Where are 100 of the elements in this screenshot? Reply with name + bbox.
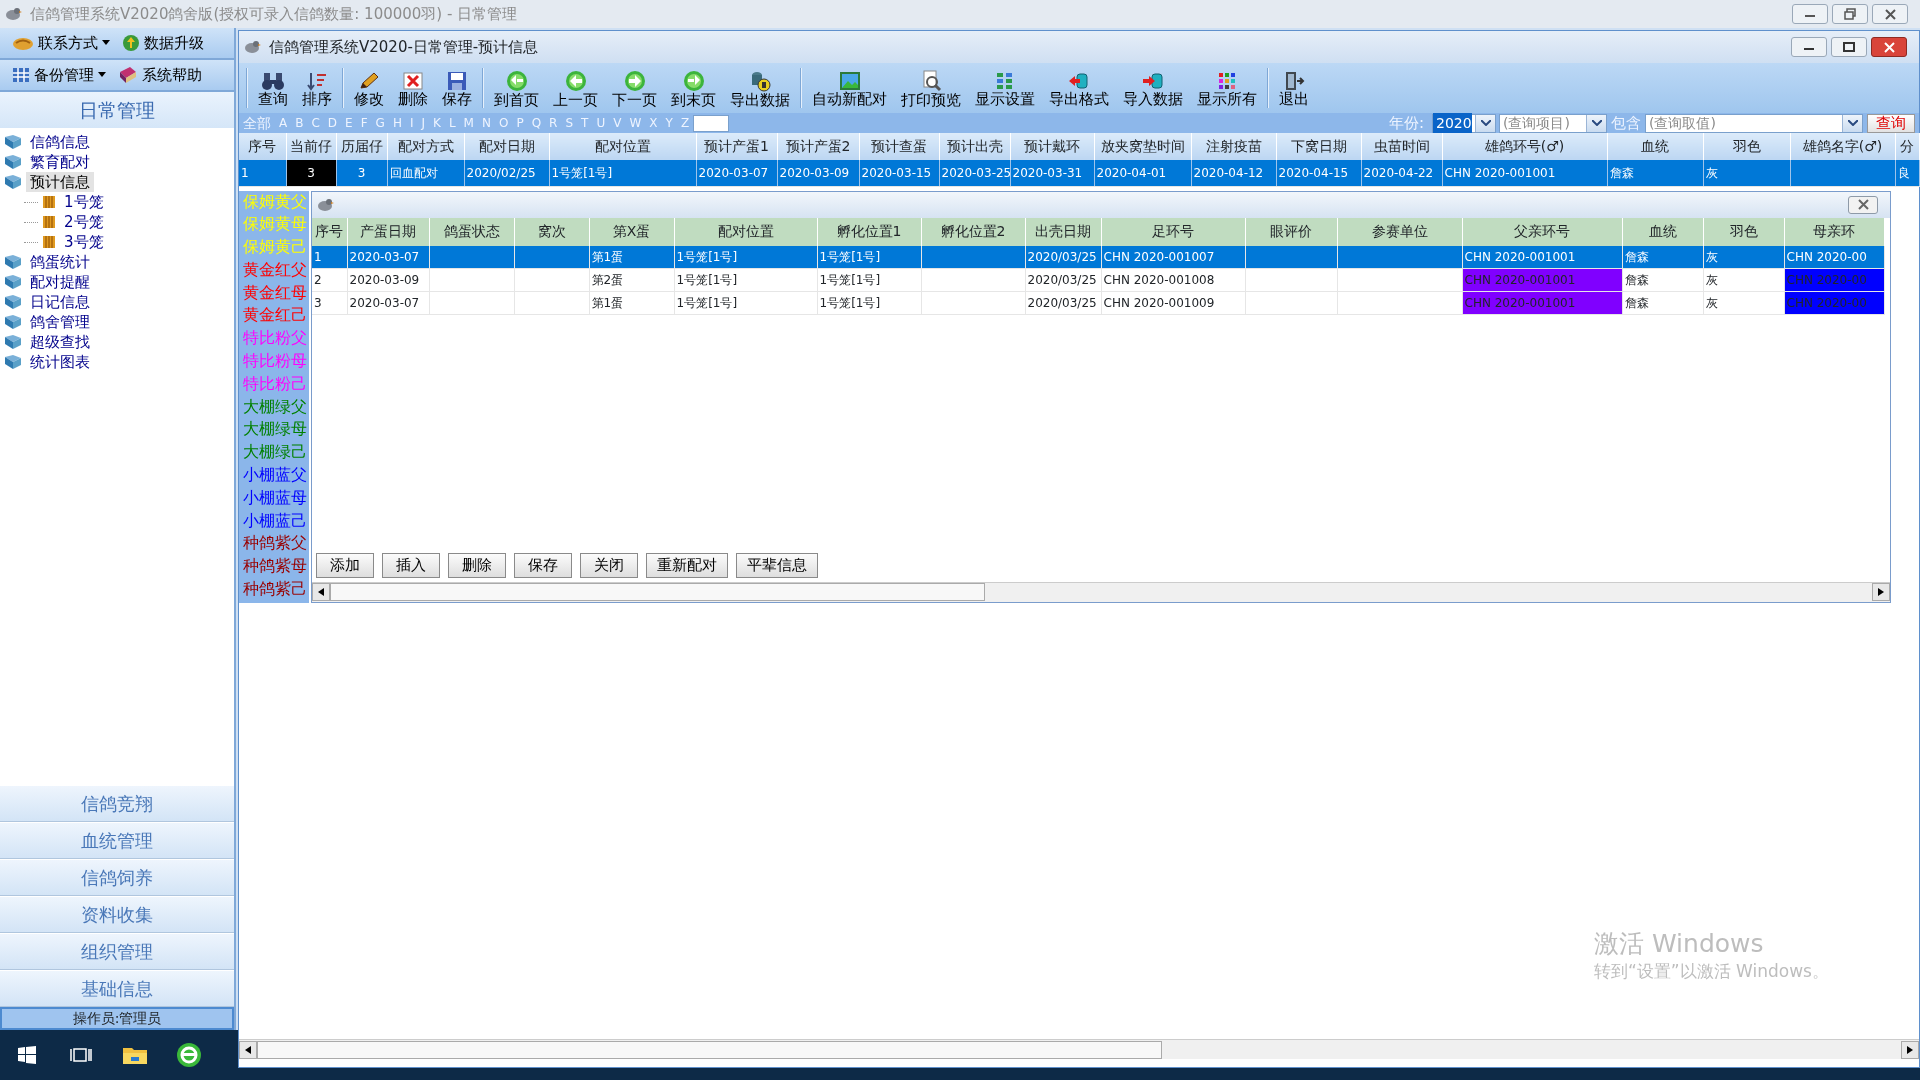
toolbar-button[interactable]: 修改 [347,68,391,108]
column-header[interactable]: 预计出壳 [939,133,1010,160]
toolbar-button[interactable]: 导出格式 [1042,68,1116,108]
column-header[interactable]: 虫苗时间 [1361,133,1442,160]
column-header[interactable]: 配对位置 [674,217,817,246]
column-header[interactable]: 配对日期 [464,133,549,160]
tree-item[interactable]: 3号笼 [60,232,108,252]
toolbar-button[interactable]: 下一页 [605,67,664,109]
column-header[interactable]: 注射疫苗 [1191,133,1276,160]
maximize-button[interactable] [1831,37,1867,57]
column-header[interactable]: 母亲环 [1784,217,1884,246]
nav-button[interactable]: 基础信息 [0,970,234,1007]
restore-button[interactable] [1832,4,1868,24]
toolbar-button[interactable]: 查询 [251,68,295,108]
column-header[interactable]: 血统 [1607,133,1703,160]
table-row[interactable]: 2 2020-03-09 第2蛋 1号笼[1号] 1号笼[1号] 2020/03/25 CHN 2020-001008 CHN 2020-001001 詹森 灰 CHN 2020-00 [312,268,1884,292]
toolbar-button[interactable]: 显示所有 [1190,68,1264,108]
toolbar-button[interactable]: 打印预览 [894,67,968,109]
column-header[interactable]: 分 [1895,133,1919,160]
action-button[interactable]: 添加 [316,552,374,578]
menu-button[interactable]: 备份管理 [8,63,110,87]
tree-item[interactable]: 鸽舍管理 [26,312,94,332]
column-header[interactable]: 预计查蛋 [859,133,939,160]
tree-item[interactable]: 1号笼 [60,192,108,212]
column-header[interactable]: 足环号 [1101,217,1245,246]
action-button[interactable]: 重新配对 [646,552,728,578]
toolbar-button[interactable]: 显示设置 [968,68,1042,108]
nav-button[interactable]: 资料收集 [0,896,234,933]
nav-button[interactable]: 组织管理 [0,933,234,970]
column-header[interactable]: 父亲环号 [1462,217,1622,246]
tree-item[interactable]: 2号笼 [60,212,108,232]
column-header[interactable]: 历届仔 [336,133,387,160]
column-header[interactable]: 羽色 [1703,217,1784,246]
column-header[interactable]: 窝次 [514,217,589,246]
column-header[interactable]: 鸽蛋状态 [429,217,514,246]
toolbar-button[interactable]: 退出 [1272,68,1316,108]
column-header[interactable]: 孵化位置2 [921,217,1025,246]
column-header[interactable]: 羽色 [1703,133,1790,160]
column-header[interactable]: 参赛单位 [1337,217,1462,246]
menu-button[interactable]: 系统帮助 [114,63,206,87]
column-header[interactable]: 序号 [312,217,347,246]
column-header[interactable]: 序号 [239,133,286,160]
close-button[interactable] [1872,4,1908,24]
action-button[interactable]: 关闭 [580,552,638,578]
toolbar-button[interactable]: 到末页 [664,67,723,109]
toolbar-button[interactable]: 自动新配对 [805,68,894,108]
column-header[interactable]: 当前仔 [286,133,336,160]
column-header[interactable]: 预计产蛋2 [777,133,859,160]
column-header[interactable]: 雄鸽名字(♂) [1790,133,1895,160]
folder-icon[interactable] [122,1045,148,1065]
tree-item[interactable]: 鸽蛋统计 [26,252,94,272]
action-button[interactable]: 平辈信息 [736,552,818,578]
task-view-icon[interactable] [70,1046,92,1064]
toolbar-button[interactable]: 保存 [435,68,479,108]
nav-button[interactable]: 血统管理 [0,822,234,859]
column-header[interactable]: 预计戴环 [1010,133,1094,160]
column-header[interactable]: 血统 [1622,217,1703,246]
value-dropdown[interactable]: (查询取值) [1645,113,1863,133]
action-button[interactable]: 插入 [382,552,440,578]
action-button[interactable]: 保存 [514,552,572,578]
nav-button[interactable]: 信鸽饲养 [0,859,234,896]
close-button[interactable] [1871,37,1907,57]
toolbar-button[interactable]: 导出数据 [723,67,797,109]
search-button[interactable]: 查询 [1867,113,1915,133]
toolbar-button[interactable]: 导入数据 [1116,68,1190,108]
minimize-button[interactable] [1792,4,1828,24]
close-button[interactable] [1848,195,1878,214]
table-row[interactable]: 1 2020-03-07 第1蛋 1号笼[1号] 1号笼[1号] 2020/03/25 CHN 2020-001007 CHN 2020-001001 詹森 灰 CHN 2020-00 [312,245,1884,269]
tree-item[interactable]: 信鸽信息 [26,132,94,152]
toolbar-button[interactable]: 上一页 [546,67,605,109]
action-button[interactable]: 删除 [448,552,506,578]
nav-button[interactable]: 信鸽竞翔 [0,785,234,822]
menu-button[interactable]: 数据升级 [118,31,208,55]
table-row[interactable]: 3 2020-03-07 第1蛋 1号笼[1号] 1号笼[1号] 2020/03/25 CHN 2020-001009 CHN 2020-001001 詹森 灰 CHN 2020-00 [312,291,1884,315]
minimize-button[interactable] [1791,37,1827,57]
toolbar-button[interactable]: 删除 [391,68,435,108]
browser-icon[interactable] [176,1042,202,1068]
column-header[interactable]: 产蛋日期 [347,217,429,246]
tree-item[interactable]: 配对提醒 [26,272,94,292]
year-dropdown[interactable]: 2020 [1432,113,1496,133]
column-header[interactable]: 放夹窝垫时间 [1094,133,1191,160]
column-header[interactable]: 眼评价 [1245,217,1337,246]
filter-input-field[interactable] [693,114,730,132]
tree-item[interactable]: 日记信息 [26,292,94,312]
horizontal-scrollbar[interactable] [239,1039,1919,1059]
toolbar-button[interactable]: 排序 [295,68,339,108]
windows-logo-icon[interactable] [17,1045,37,1065]
tree-item[interactable]: 超级查找 [26,332,94,352]
column-header[interactable]: 孵化位置1 [817,217,921,246]
tree-item[interactable]: 统计图表 [26,352,94,372]
column-header[interactable]: 预计产蛋1 [696,133,777,160]
toolbar-button[interactable]: 到首页 [487,67,546,109]
horizontal-scrollbar[interactable] [312,581,1890,602]
tree-item[interactable]: 预计信息 [26,172,94,192]
column-header[interactable]: 配对方式 [387,133,464,160]
menu-button[interactable]: 联系方式 [8,31,114,55]
column-header[interactable]: 第X蛋 [589,217,674,246]
column-header[interactable]: 下窝日期 [1276,133,1361,160]
tree-item[interactable]: 繁育配对 [26,152,94,172]
column-header[interactable]: 雄鸽环号(♂) [1442,133,1607,160]
